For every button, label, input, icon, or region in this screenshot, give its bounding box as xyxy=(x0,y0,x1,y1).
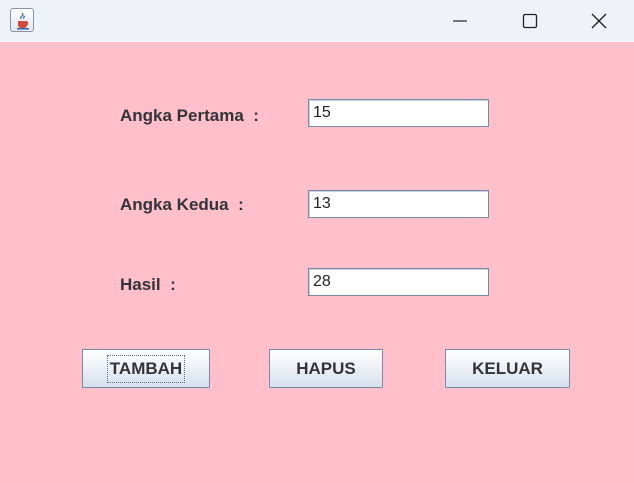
add-button-label: TAMBAH xyxy=(106,354,186,383)
clear-button-label: HAPUS xyxy=(296,358,356,378)
result-input[interactable] xyxy=(308,268,489,296)
minimize-button[interactable] xyxy=(425,0,495,42)
maximize-button[interactable] xyxy=(495,0,565,42)
form-panel: Angka Pertama : Angka Kedua : Hasil : TA… xyxy=(0,42,634,483)
exit-button[interactable]: KELUAR xyxy=(445,349,570,388)
minimize-icon xyxy=(453,20,467,22)
result-label: Hasil : xyxy=(120,275,176,294)
clear-button[interactable]: HAPUS xyxy=(269,349,383,388)
first-number-label: Angka Pertama : xyxy=(120,106,259,125)
first-number-input[interactable] xyxy=(308,99,489,127)
close-button[interactable] xyxy=(564,0,634,42)
second-number-label: Angka Kedua : xyxy=(120,195,244,214)
java-cup-icon[interactable] xyxy=(10,8,34,32)
add-button[interactable]: TAMBAH xyxy=(82,349,210,388)
app-window: Angka Pertama : Angka Kedua : Hasil : TA… xyxy=(0,0,634,483)
exit-button-label: KELUAR xyxy=(472,358,543,378)
second-number-input[interactable] xyxy=(308,190,489,218)
close-icon xyxy=(591,13,607,29)
title-bar[interactable] xyxy=(0,0,634,42)
maximize-icon xyxy=(522,13,538,29)
